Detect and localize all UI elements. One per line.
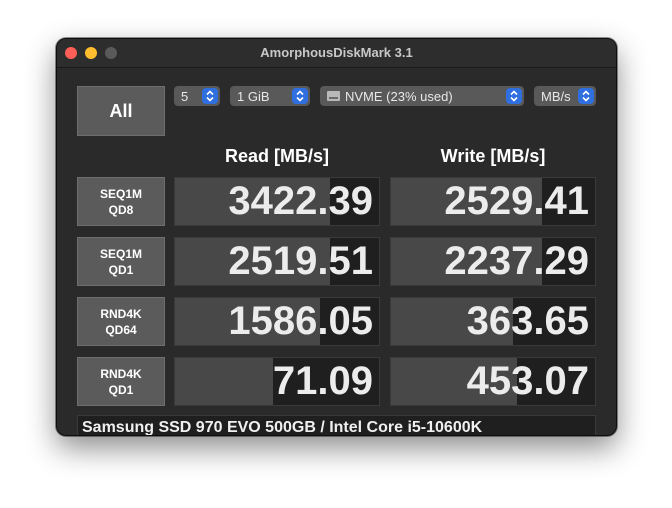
unit-value: MB/s xyxy=(541,88,571,104)
write-value: 2529.41 xyxy=(444,179,589,223)
drive-select[interactable]: NVME (23% used) xyxy=(320,86,524,106)
all-button[interactable]: All xyxy=(77,86,165,136)
comment-field[interactable]: Samsung SSD 970 EVO 500GB / Intel Core i… xyxy=(77,415,596,435)
drive-value: NVME (23% used) xyxy=(345,88,453,104)
main-content: All 5 1 GiB NVME (23% used) MB/s Read [M… xyxy=(57,68,616,435)
test-label-line2: QD64 xyxy=(105,322,137,337)
test-label-line1: SEQ1M xyxy=(99,246,142,261)
read-result: 71.09 xyxy=(174,357,380,406)
updown-chevron-icon xyxy=(202,88,218,104)
test-button-rnd4k-qd1[interactable]: RND4K QD1 xyxy=(77,357,165,406)
updown-chevron-icon xyxy=(506,88,522,104)
count-value: 5 xyxy=(181,88,189,104)
app-window: AmorphousDiskMark 3.1 All 5 1 GiB NVME (… xyxy=(56,38,617,436)
read-result: 2519.51 xyxy=(174,237,380,286)
read-value: 3422.39 xyxy=(228,179,373,223)
size-select[interactable]: 1 GiB xyxy=(230,86,310,106)
test-label-line1: RND4K xyxy=(100,366,142,381)
test-label-line2: QD1 xyxy=(108,382,134,397)
test-label-line2: QD1 xyxy=(108,262,134,277)
test-button-seq1m-qd8[interactable]: SEQ1M QD8 xyxy=(77,177,165,226)
read-value: 1586.05 xyxy=(228,299,373,343)
test-label-line1: RND4K xyxy=(100,306,142,321)
read-value: 2519.51 xyxy=(228,239,373,283)
write-value: 2237.29 xyxy=(444,239,589,283)
drive-icon xyxy=(327,91,340,101)
test-label-line1: SEQ1M xyxy=(99,186,142,201)
write-header: Write [MB/s] xyxy=(440,146,546,166)
test-button-rnd4k-qd64[interactable]: RND4K QD64 xyxy=(77,297,165,346)
window-title: AmorphousDiskMark 3.1 xyxy=(260,45,413,60)
write-result: 2529.41 xyxy=(390,177,596,226)
read-result: 1586.05 xyxy=(174,297,380,346)
write-result: 2237.29 xyxy=(390,237,596,286)
write-result: 363.65 xyxy=(390,297,596,346)
size-value: 1 GiB xyxy=(237,88,270,104)
test-button-seq1m-qd1[interactable]: SEQ1M QD1 xyxy=(77,237,165,286)
read-result: 3422.39 xyxy=(174,177,380,226)
updown-chevron-icon xyxy=(578,88,594,104)
title-bar: AmorphousDiskMark 3.1 xyxy=(57,39,616,68)
read-header: Read [MB/s] xyxy=(224,146,329,166)
write-value: 453.07 xyxy=(466,359,589,403)
test-label-line2: QD8 xyxy=(108,202,134,217)
unit-select[interactable]: MB/s xyxy=(534,86,596,106)
write-result: 453.07 xyxy=(390,357,596,406)
count-select[interactable]: 5 xyxy=(174,86,220,106)
write-value: 363.65 xyxy=(466,299,589,343)
updown-chevron-icon xyxy=(292,88,308,104)
read-value: 71.09 xyxy=(272,359,373,403)
result-bar xyxy=(175,358,273,405)
